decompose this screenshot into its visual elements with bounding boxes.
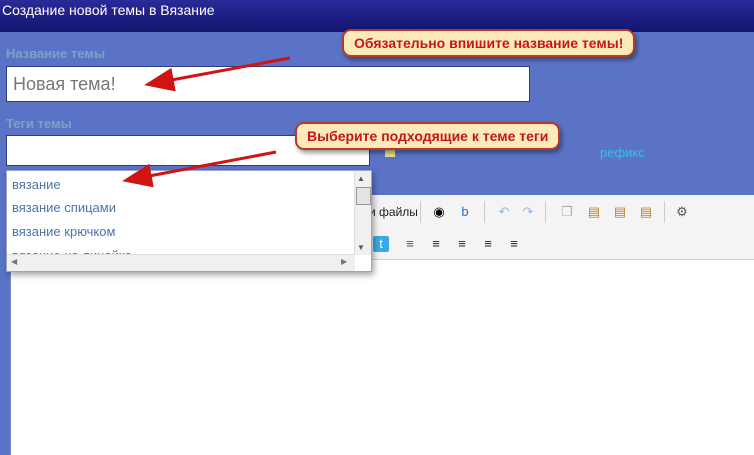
annotation-arrows — [122, 56, 291, 188]
arrow-to-title-input — [144, 56, 291, 92]
title-hint-callout: Обязательно впишите название темы! — [342, 29, 636, 57]
arrow-to-tag-suggestions — [122, 150, 277, 188]
tags-hint-callout: Выберите подходящие к теме теги — [295, 122, 561, 150]
